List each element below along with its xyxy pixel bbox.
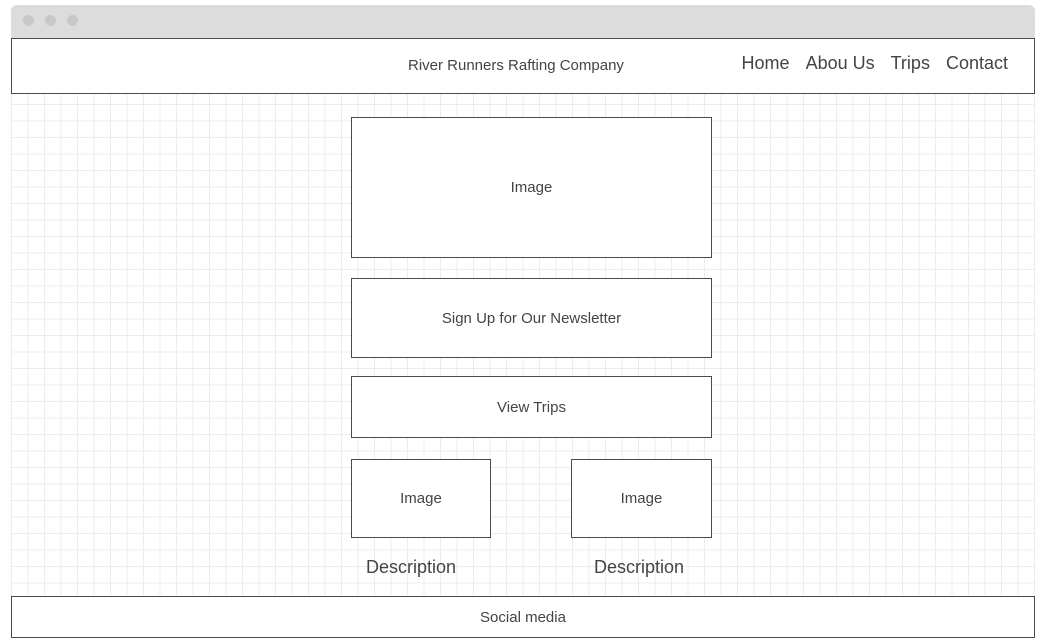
card-image-placeholder-2: Image <box>571 459 712 538</box>
site-footer: Social media <box>11 596 1035 638</box>
site-header: River Runners Rafting Company Home Abou … <box>11 38 1035 94</box>
window-maximize-dot[interactable] <box>67 15 78 26</box>
nav-about-us[interactable]: Abou Us <box>806 53 875 74</box>
card-image-placeholder-1: Image <box>351 459 491 538</box>
card-description-1: Description <box>366 557 457 577</box>
nav-trips[interactable]: Trips <box>891 53 930 74</box>
window-titlebar <box>11 5 1035 38</box>
nav-home[interactable]: Home <box>742 53 790 74</box>
view-trips-button[interactable]: View Trips <box>351 376 712 438</box>
nav-contact[interactable]: Contact <box>946 53 1008 74</box>
social-media-label: Social media <box>480 608 566 626</box>
card-image-label-1: Image <box>400 490 442 507</box>
card-image-label-2: Image <box>620 490 663 507</box>
window-minimize-dot[interactable] <box>45 15 56 26</box>
view-trips-label: View Trips <box>497 398 566 416</box>
brand-title: River Runners Rafting Company <box>408 57 624 74</box>
hero-image-label: Image <box>510 179 553 196</box>
browser-window: River Runners Rafting Company Home Abou … <box>11 5 1035 638</box>
hero-image-placeholder: Image <box>351 117 712 258</box>
main-nav: Home Abou Us Trips Contact <box>742 53 1008 74</box>
newsletter-signup-button[interactable]: Sign Up for Our Newsletter <box>351 278 712 358</box>
newsletter-signup-label: Sign Up for Our Newsletter <box>441 309 622 327</box>
card-description-2: Description <box>594 557 685 577</box>
window-close-dot[interactable] <box>23 15 34 26</box>
